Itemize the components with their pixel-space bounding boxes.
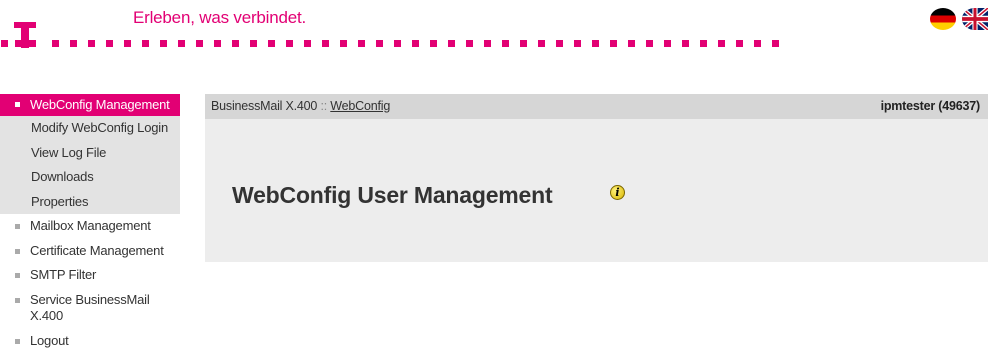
- brand-dot: [736, 40, 743, 47]
- sidebar-item-label: Service BusinessMail X.400: [30, 291, 150, 324]
- sidebar-item-certificate-management[interactable]: Certificate Management: [0, 239, 180, 264]
- brand-dots-row: [0, 40, 800, 48]
- brand-dot: [700, 40, 707, 47]
- bullet-icon: [15, 273, 20, 278]
- brand-dot: [484, 40, 491, 47]
- brand-dot: [466, 40, 473, 47]
- bullet-icon: [15, 102, 20, 107]
- sidebar-item-label: Downloads: [31, 169, 94, 184]
- breadcrumb-separator: ::: [320, 99, 331, 113]
- bullet-icon: [15, 338, 20, 344]
- breadcrumb: BusinessMail X.400 :: WebConfig: [211, 94, 390, 119]
- brand-dot: [718, 40, 725, 47]
- brand-dot: [772, 40, 779, 47]
- sidebar-item-label: Modify WebConfig Login: [31, 120, 168, 135]
- brand-dot: [358, 40, 365, 47]
- sidebar-item-view-log-file[interactable]: View Log File: [0, 141, 180, 166]
- brand-dot: [232, 40, 239, 47]
- sidebar-item-service-businessmail[interactable]: Service BusinessMail X.400: [0, 288, 180, 329]
- brand-dot: [430, 40, 437, 47]
- brand-dot: [52, 40, 59, 47]
- language-switcher: [928, 8, 988, 30]
- uk-flag-icon[interactable]: [962, 8, 988, 30]
- sidebar-item-modify-webconfig-login[interactable]: Modify WebConfig Login: [0, 116, 180, 141]
- brand-dot: [340, 40, 347, 47]
- brand-dot: [106, 40, 113, 47]
- header: Erleben, was verbindet.: [0, 0, 988, 60]
- brand-dot: [682, 40, 689, 47]
- brand-dot: [160, 40, 167, 47]
- brand-dot: [88, 40, 95, 47]
- brand-dot: [610, 40, 617, 47]
- brand-dot: [448, 40, 455, 47]
- sidebar-item-label: Logout: [30, 332, 69, 348]
- brand-dot: [646, 40, 653, 47]
- bullet-icon: [15, 224, 20, 229]
- brand-dot: [502, 40, 509, 47]
- sidebar-item-properties[interactable]: Properties: [0, 190, 180, 215]
- brand-dot: [250, 40, 257, 47]
- sidebar-nav: WebConfig Management Modify WebConfig Lo…: [0, 94, 180, 353]
- content-panel: BusinessMail X.400 :: WebConfig ipmteste…: [205, 94, 988, 262]
- brand-dot: [124, 40, 131, 47]
- sidebar-item-downloads[interactable]: Downloads: [0, 165, 180, 190]
- brand-dot: [556, 40, 563, 47]
- brand-dot: [376, 40, 383, 47]
- brand-dot: [196, 40, 203, 47]
- brand-dot: [394, 40, 401, 47]
- sidebar-main-nav: Mailbox Management Certificate Managemen…: [0, 214, 180, 353]
- brand-dot: [592, 40, 599, 47]
- brand-dot: [322, 40, 329, 47]
- brand-dot: [1, 40, 8, 47]
- sidebar-item-label: View Log File: [31, 144, 107, 160]
- sidebar-item-label: SMTP Filter: [30, 267, 97, 282]
- sidebar-item-logout[interactable]: Logout: [0, 329, 180, 354]
- german-flag-icon[interactable]: [930, 8, 956, 30]
- brand-dot: [574, 40, 581, 47]
- brand-dot: [70, 40, 77, 47]
- sidebar-subnav: Modify WebConfig Login View Log File Dow…: [0, 116, 180, 214]
- bullet-icon: [15, 248, 20, 254]
- sidebar-item-mailbox-management[interactable]: Mailbox Management: [0, 214, 180, 239]
- brand-dot: [520, 40, 527, 47]
- brand-dot: [214, 40, 221, 47]
- bullet-icon: [15, 297, 20, 303]
- sidebar-item-label: Certificate Management: [30, 242, 164, 258]
- page-title: WebConfig User Management: [232, 182, 553, 208]
- brand-dot: [664, 40, 671, 47]
- brand-dot: [538, 40, 545, 47]
- user-info: ipmtester (49637): [880, 99, 981, 113]
- breadcrumb-root: BusinessMail X.400: [211, 99, 318, 113]
- sidebar-item-label: WebConfig Management: [30, 97, 170, 112]
- brand-dot: [142, 40, 149, 47]
- brand-dot: [29, 40, 36, 47]
- brand-dot: [268, 40, 275, 47]
- brand-dot: [15, 40, 22, 47]
- sidebar-item-webconfig-management[interactable]: WebConfig Management: [0, 94, 180, 116]
- brand-dot: [178, 40, 185, 47]
- content-header-bar: BusinessMail X.400 :: WebConfig ipmteste…: [205, 94, 988, 119]
- sidebar-item-label: Mailbox Management: [30, 218, 151, 233]
- sidebar-item-smtp-filter[interactable]: SMTP Filter: [0, 263, 180, 288]
- page: Erleben, was verbindet. WebConfig Manage…: [0, 0, 988, 364]
- brand-dot: [628, 40, 635, 47]
- breadcrumb-link-webconfig[interactable]: WebConfig: [330, 99, 390, 113]
- info-icon[interactable]: i: [610, 185, 625, 200]
- brand-dot: [412, 40, 419, 47]
- brand-dot: [304, 40, 311, 47]
- brand-dot: [754, 40, 761, 47]
- tagline: Erleben, was verbindet.: [133, 8, 307, 27]
- brand-dot: [286, 40, 293, 47]
- sidebar-item-label: Properties: [31, 193, 89, 209]
